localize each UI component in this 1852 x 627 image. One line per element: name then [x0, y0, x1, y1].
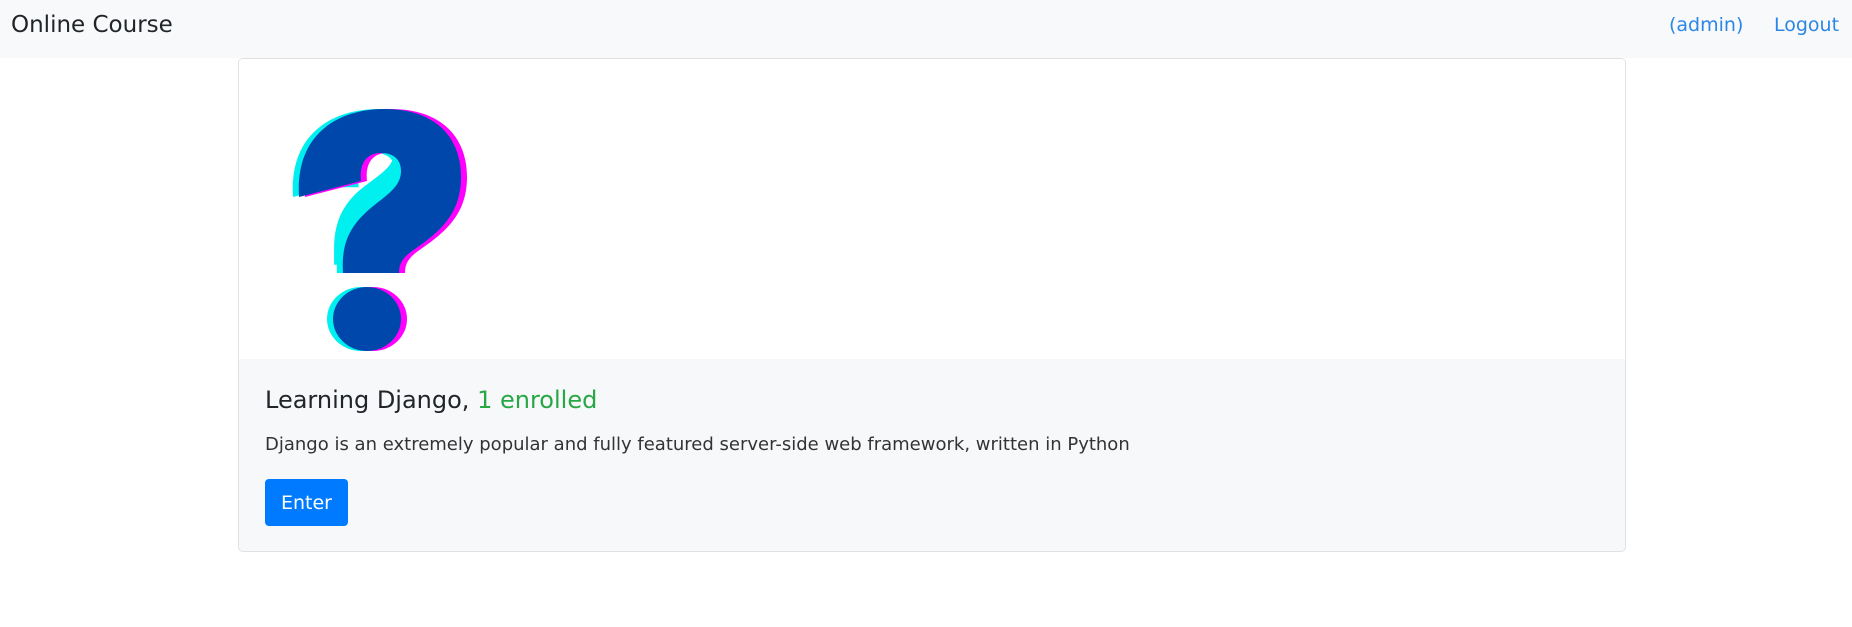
course-card-body: Learning Django, 1 enrolled Django is an…: [239, 359, 1625, 551]
enrolled-count: 1 enrolled: [477, 386, 598, 414]
course-title: Learning Django, 1 enrolled: [265, 385, 597, 415]
brand-link[interactable]: Online Course: [11, 11, 173, 39]
course-name: Learning Django,: [265, 386, 470, 414]
course-description: Django is an extremely popular and fully…: [265, 434, 1130, 455]
course-card: Learning Django, 1 enrolled Django is an…: [238, 58, 1626, 552]
enter-button[interactable]: Enter: [265, 479, 348, 526]
logout-link[interactable]: Logout: [1774, 13, 1839, 37]
question-mark-icon: [292, 109, 467, 351]
navbar: Online Course (admin) Logout: [0, 0, 1852, 58]
course-image: [239, 59, 1625, 359]
user-link[interactable]: (admin): [1669, 13, 1743, 37]
